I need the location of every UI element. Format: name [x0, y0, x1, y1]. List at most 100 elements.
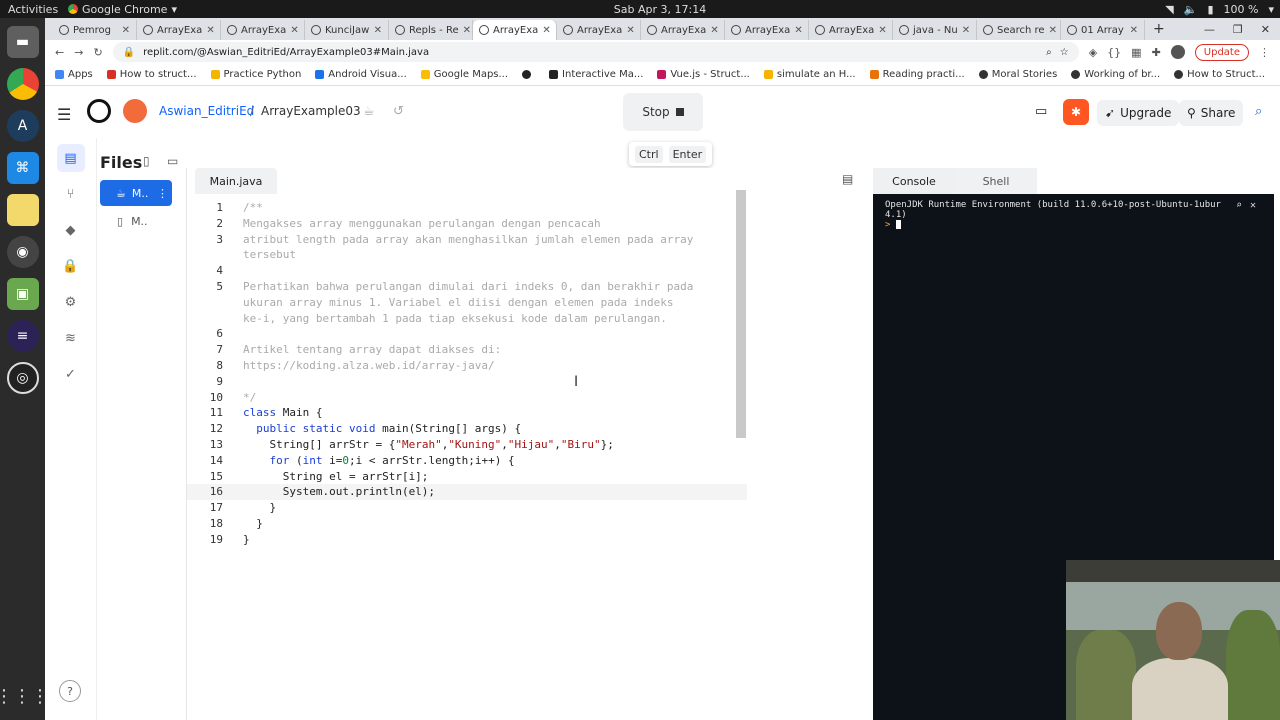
clock[interactable]: Sab Apr 3, 17:14	[600, 3, 720, 16]
code-editor[interactable]: Main.java 1/** 2 Mengakses array mengguna…	[186, 168, 747, 720]
browser-tab[interactable]: ArrayExa ✕	[641, 20, 725, 40]
vscode-icon[interactable]: ⌘	[6, 152, 39, 184]
bookmark[interactable]: Google Maps...	[420, 69, 508, 80]
close-icon[interactable]: ✕	[626, 25, 634, 36]
bookmark[interactable]	[522, 70, 535, 79]
code-area[interactable]: 1/** 2 Mengakses array menggunakan perula…	[187, 200, 747, 548]
close-window-icon[interactable]: ✕	[1261, 23, 1270, 36]
file-item[interactable]: ▯ M..	[117, 215, 148, 228]
eclipse-icon[interactable]: ≡	[6, 320, 39, 352]
chat-icon[interactable]: ▭	[1035, 104, 1047, 119]
rhythmbox-icon[interactable]: ◉	[6, 236, 39, 268]
new-file-icon[interactable]: ▯	[143, 154, 150, 168]
username-link[interactable]: Aswian_EditriEd	[159, 104, 254, 118]
tab-console[interactable]: Console	[873, 168, 955, 194]
hamburger-menu-icon[interactable]: ☰	[57, 105, 71, 124]
close-icon[interactable]: ✕	[542, 25, 550, 36]
files-icon[interactable]: ▤	[56, 144, 85, 172]
bookmark[interactable]: Working of br...	[1071, 69, 1160, 80]
close-icon[interactable]: ✕	[290, 25, 298, 36]
android-studio-icon[interactable]: A	[6, 110, 39, 142]
clear-icon[interactable]: ✕	[1250, 200, 1256, 211]
bookmark[interactable]: simulate an H...	[763, 69, 856, 80]
new-tab-icon[interactable]: +	[1145, 21, 1173, 40]
bookmark[interactable]: Vue.js - Struct...	[657, 69, 750, 80]
puzzle-icon[interactable]: ✚	[1152, 46, 1161, 59]
database-icon[interactable]: ≋	[57, 324, 85, 352]
avatar[interactable]	[123, 99, 147, 123]
browser-tab[interactable]: Repls - Re ✕	[389, 20, 473, 40]
editor-tab[interactable]: Main.java	[195, 168, 277, 194]
search-icon[interactable]: ⌕	[1046, 47, 1052, 58]
stop-button[interactable]: Stop	[623, 93, 703, 131]
checkmark-icon[interactable]: ✓	[57, 360, 85, 388]
replit-logo-icon[interactable]	[87, 99, 111, 123]
editor-scrollbar[interactable]	[736, 190, 746, 438]
browser-tab[interactable]: Pemrog ✕	[53, 20, 137, 40]
notes-icon[interactable]	[6, 194, 39, 226]
close-icon[interactable]: ✕	[710, 25, 718, 36]
files-app-icon[interactable]: ▬	[6, 26, 39, 58]
app-menu[interactable]: Google Chrome ▾	[68, 3, 177, 16]
browser-tab[interactable]: KunciJaw ✕	[305, 20, 389, 40]
close-icon[interactable]: ✕	[374, 25, 382, 36]
browser-tab[interactable]: java - Nu ✕	[893, 20, 977, 40]
bookmark[interactable]: Interactive Ma...	[549, 69, 643, 80]
bookmark[interactable]: How to Struct...	[1174, 69, 1265, 80]
bookmark[interactable]: Apps	[55, 69, 93, 80]
search-icon[interactable]: ⌕	[1255, 104, 1262, 119]
version-control-icon[interactable]: ⑂	[57, 180, 85, 208]
close-icon[interactable]: ✕	[463, 25, 471, 36]
close-icon[interactable]: ✕	[1130, 25, 1138, 36]
repl-name[interactable]: ArrayExample03	[261, 104, 361, 118]
browser-tab[interactable]: ArrayExa ✕	[137, 20, 221, 40]
extension-icon[interactable]: ▦	[1131, 46, 1141, 59]
activities-button[interactable]: Activities	[8, 3, 58, 16]
minimize-icon[interactable]: —	[1204, 23, 1215, 36]
tab-shell[interactable]: Shell	[955, 168, 1037, 194]
url-bar[interactable]: 🔒 replit.com/@Aswian_EditriEd/ArrayExamp…	[112, 42, 1079, 62]
share-button[interactable]: ⚲ Share	[1179, 100, 1244, 126]
browser-tab[interactable]: ArrayExa ✕	[221, 20, 305, 40]
browser-tab[interactable]: ArrayExa ✕	[725, 20, 809, 40]
file-item-selected[interactable]: ☕ M.. ⋮	[100, 180, 172, 206]
browser-tab-active[interactable]: ArrayExa ✕	[473, 20, 557, 40]
bookmark[interactable]: Android Visua...	[315, 69, 407, 80]
bookmark[interactable]: Practice Python	[210, 69, 301, 80]
close-icon[interactable]: ✕	[878, 25, 886, 36]
chrome-app-icon[interactable]	[6, 68, 39, 100]
close-icon[interactable]: ✕	[206, 25, 214, 36]
bookmark[interactable]: Moral Stories	[978, 69, 1057, 80]
obs-icon[interactable]: ◎	[6, 362, 39, 394]
bookmark[interactable]: Reading practi...	[869, 69, 965, 80]
maximize-icon[interactable]: ❐	[1233, 23, 1243, 36]
file-menu-icon[interactable]: ⋮	[157, 187, 172, 200]
show-apps-icon[interactable]: ⋮⋮⋮	[0, 680, 49, 712]
editor-options-icon[interactable]: ▤	[842, 172, 853, 186]
settings-gear-icon[interactable]: ⚙	[57, 288, 85, 316]
help-icon[interactable]: ?	[59, 680, 81, 702]
reload-icon[interactable]: ↻	[93, 46, 102, 59]
history-icon[interactable]: ↺	[393, 104, 404, 119]
packages-icon[interactable]: ◆	[57, 216, 85, 244]
browser-tab[interactable]: ArrayExa ✕	[557, 20, 641, 40]
close-icon[interactable]: ✕	[794, 25, 802, 36]
profile-avatar[interactable]	[1170, 45, 1185, 59]
search-icon[interactable]: ⌕	[1236, 200, 1242, 211]
upgrade-button[interactable]: ➹ Upgrade	[1097, 100, 1180, 126]
system-tray[interactable]: ◥ 🔈 ▮ 100 % ▾	[1165, 3, 1274, 16]
bug-report-icon[interactable]: ✱	[1063, 99, 1089, 125]
extension-icon[interactable]: {}	[1107, 46, 1121, 59]
update-button[interactable]: Update	[1194, 43, 1249, 61]
secrets-lock-icon[interactable]: 🔒	[57, 252, 85, 280]
browser-tab[interactable]: ArrayExa ✕	[809, 20, 893, 40]
close-icon[interactable]: ✕	[1049, 25, 1057, 36]
browser-tab[interactable]: Search re ✕	[977, 20, 1061, 40]
forward-icon[interactable]: →	[74, 46, 83, 59]
close-icon[interactable]: ✕	[122, 25, 130, 36]
bookmark[interactable]: How to struct...	[106, 69, 197, 80]
extension-icon[interactable]: ◈	[1089, 46, 1097, 59]
close-icon[interactable]: ✕	[962, 25, 970, 36]
back-icon[interactable]: ←	[55, 46, 64, 59]
browser-tab[interactable]: 01 Array ✕	[1061, 20, 1145, 40]
